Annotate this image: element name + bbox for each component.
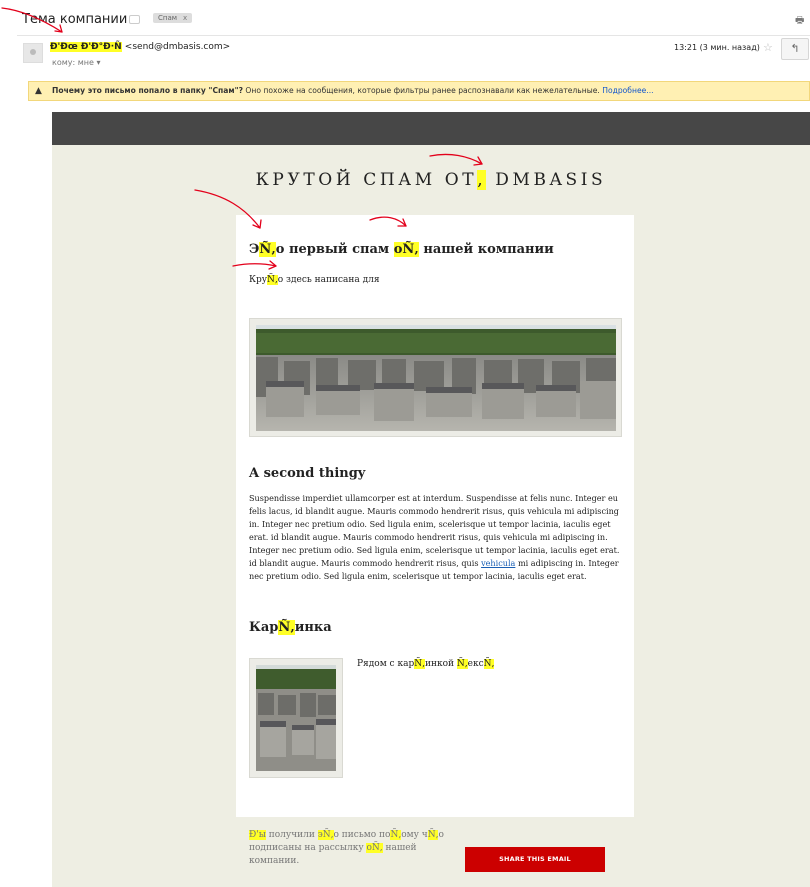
- thumbnail-caption: Рядом с карÑ‚инкой Ñ‚ексÑ‚: [357, 659, 495, 669]
- caption-part: Ñ‚: [483, 659, 495, 669]
- hero-image: [249, 318, 622, 437]
- reply-icon: ↰: [790, 42, 800, 55]
- memorial-thumbnail: [256, 665, 336, 771]
- email-subject: Тема компании: [22, 12, 128, 27]
- section-2-text: Suspendisse imperdiet ullamcorper est at…: [249, 492, 627, 583]
- note-part: оÑ‚: [366, 843, 383, 853]
- recipient-label: кому: мне: [52, 58, 94, 67]
- star-icon[interactable]: ☆: [763, 41, 773, 54]
- section-1-title: ЭÑ‚о первый спам оÑ‚ нашей компании: [249, 242, 554, 257]
- spam-warning-text: Оно похоже на сообщения, которые фильтры…: [242, 86, 600, 95]
- message-time: 13:21 (3 мин. назад): [674, 43, 760, 52]
- text-part: Ñ‚: [267, 275, 278, 285]
- sender-email: <send@dmbasis.com>: [124, 42, 231, 52]
- caption-part: Ñ‚: [456, 659, 468, 669]
- share-email-button[interactable]: SHARE THIS EMAIL: [465, 847, 605, 872]
- learn-more-link[interactable]: Подробнее...: [602, 86, 653, 95]
- section-1-text: КруÑ‚о здесь написана для: [249, 275, 380, 285]
- chevron-down-icon[interactable]: ▾: [96, 58, 100, 67]
- sender-name: Ð'Ðœ Ð'Ð°Ð·Ñ: [50, 42, 122, 52]
- note-part: получили: [265, 830, 318, 840]
- title-part: оÑ‚: [393, 242, 419, 257]
- caption-part: Ñ‚: [414, 659, 425, 669]
- thumbnail-image: [249, 658, 343, 778]
- title-part: нашей компании: [418, 242, 554, 257]
- caption-part: Рядом с кар: [357, 659, 415, 669]
- reply-button[interactable]: ↰: [781, 38, 809, 60]
- warning-icon: ▲: [35, 86, 42, 96]
- note-part: ому ч: [401, 830, 428, 840]
- note-part: эÑ‚: [317, 830, 334, 840]
- subject-row: Тема компании Спам x 🖶: [0, 0, 810, 36]
- note-part: о письмо по: [333, 830, 391, 840]
- note-part: Ñ‚: [390, 830, 402, 840]
- section-2-text-a: Suspendisse imperdiet ullamcorper est at…: [249, 493, 620, 568]
- importance-marker-icon[interactable]: [129, 15, 140, 24]
- note-part: Ñ‚: [427, 830, 439, 840]
- brand-title-mark: ,: [477, 170, 487, 190]
- title-part: о первый спам: [275, 242, 394, 257]
- spam-warning-banner: ▲ Почему это письмо попало в папку "Спам…: [28, 81, 810, 101]
- vehicula-link[interactable]: vehicula: [481, 558, 515, 568]
- spam-warning-question: Почему это письмо попало в папку "Спам"?: [52, 86, 243, 95]
- printer-icon[interactable]: 🖶: [795, 13, 804, 30]
- label-chip-spam[interactable]: Спам x: [153, 13, 193, 23]
- text-part: Кру: [249, 275, 268, 285]
- memorial-photo: [256, 325, 616, 431]
- title-part: Ñ‚: [259, 242, 276, 257]
- brand-title: КРУТОЙ СПАМ ОТ, DMBASIS: [52, 170, 810, 190]
- note-part: Ð'ы: [249, 830, 266, 840]
- title-part: Э: [249, 242, 260, 257]
- label-chip-close-icon[interactable]: x: [183, 14, 187, 22]
- sender[interactable]: Ð'Ðœ Ð'Ð°Ð·Ñ <send@dmbasis.com>: [50, 42, 230, 52]
- text-part: о здесь написана для: [277, 275, 380, 285]
- footer-note: Ð'ы получили эÑ‚о письмо поÑ‚ому чÑ‚о по…: [249, 829, 454, 868]
- title-part: Кар: [249, 620, 279, 635]
- brand-title-suffix: DMBASIS: [486, 170, 607, 190]
- caption-part: екс: [467, 659, 484, 669]
- title-part: инка: [294, 620, 332, 635]
- caption-part: инкой: [424, 659, 457, 669]
- title-part: Ñ‚: [278, 620, 295, 635]
- recipient-details[interactable]: кому: мне ▾: [52, 58, 100, 67]
- brand-title-text: КРУТОЙ СПАМ ОТ: [255, 170, 478, 190]
- section-2-title: A second thingy: [249, 466, 366, 481]
- email-topbar: [52, 112, 810, 145]
- label-chip-text: Спам: [158, 14, 178, 22]
- section-3-title: КарÑ‚инка: [249, 620, 332, 635]
- avatar: [23, 43, 43, 63]
- divider: [17, 35, 810, 36]
